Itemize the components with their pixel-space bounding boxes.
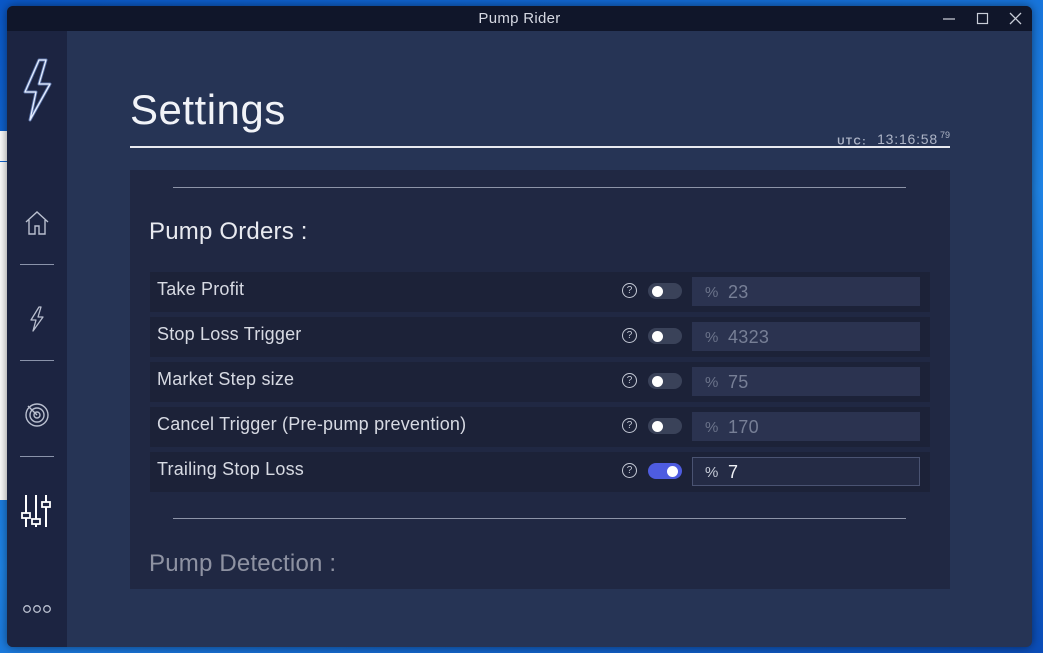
nav-home-button[interactable]: [7, 193, 67, 253]
cancel-trigger-input[interactable]: % 170: [692, 412, 920, 441]
help-icon[interactable]: ?: [622, 328, 637, 343]
market-step-size-input[interactable]: % 75: [692, 367, 920, 396]
market-step-size-toggle[interactable]: [648, 373, 682, 389]
input-value: 4323: [728, 327, 770, 347]
maximize-button[interactable]: [967, 6, 999, 31]
stop-loss-trigger-toggle[interactable]: [648, 328, 682, 344]
setting-row-cancel-trigger: Cancel Trigger (Pre-pump prevention) ? %…: [150, 407, 930, 447]
toggle-knob: [652, 286, 663, 297]
radar-icon: [25, 403, 49, 427]
percent-unit: %: [705, 419, 719, 436]
take-profit-toggle[interactable]: [648, 283, 682, 299]
sidebar: [7, 31, 67, 647]
help-icon[interactable]: ?: [622, 283, 637, 298]
home-icon: [25, 211, 49, 235]
input-value: 7: [728, 462, 739, 482]
nav-pump-button[interactable]: [7, 289, 67, 349]
take-profit-input[interactable]: % 23: [692, 277, 920, 306]
help-icon[interactable]: ?: [622, 373, 637, 388]
sidebar-divider: [20, 360, 54, 361]
trailing-stop-loss-input[interactable]: % 7: [692, 457, 920, 486]
lightning-icon: [30, 306, 44, 332]
settings-panel[interactable]: Pump Orders : Take Profit ? % 23 Stop Lo…: [130, 170, 950, 589]
setting-label: Take Profit: [157, 279, 245, 299]
help-icon[interactable]: ?: [622, 418, 637, 433]
page-title: Settings: [130, 86, 286, 133]
minimize-icon: [943, 18, 955, 20]
percent-unit: %: [705, 329, 719, 346]
input-value: 23: [728, 282, 749, 302]
close-button[interactable]: [1000, 6, 1032, 31]
section-divider: [173, 187, 906, 188]
minimize-button[interactable]: [933, 6, 965, 31]
setting-row-take-profit: Take Profit ? % 23: [150, 272, 930, 312]
setting-label: Stop Loss Trigger: [157, 324, 302, 344]
setting-label: Trailing Stop Loss: [157, 459, 305, 479]
sidebar-divider: [20, 264, 54, 265]
title-underline: [130, 146, 950, 148]
percent-unit: %: [705, 374, 719, 391]
setting-row-stop-loss-trigger: Stop Loss Trigger ? % 4323: [150, 317, 930, 357]
window-title: Pump Rider: [478, 10, 561, 27]
setting-row-market-step-size: Market Step size ? % 75: [150, 362, 930, 402]
input-value: 170: [728, 417, 759, 437]
app-window: Pump Rider Settings UTC: 13:16:58 79 Pum…: [7, 6, 1032, 647]
sliders-icon: [21, 495, 51, 527]
nav-radar-button[interactable]: [7, 385, 67, 445]
section-divider: [173, 518, 906, 519]
input-value: 75: [728, 372, 749, 392]
stop-loss-trigger-input[interactable]: % 4323: [692, 322, 920, 351]
clock-milliseconds: 79: [939, 130, 950, 140]
percent-unit: %: [705, 284, 719, 301]
toggle-knob: [667, 466, 678, 477]
help-icon[interactable]: ?: [622, 463, 637, 478]
maximize-icon: [976, 12, 989, 25]
trailing-stop-loss-toggle[interactable]: [648, 463, 682, 479]
toggle-knob: [652, 331, 663, 342]
section-title-pump-detection: Pump Detection :: [149, 550, 337, 577]
setting-label: Market Step size: [157, 369, 295, 389]
title-bar[interactable]: Pump Rider: [7, 6, 1032, 31]
close-icon: [1009, 12, 1022, 25]
nav-settings-button[interactable]: [7, 481, 67, 541]
setting-row-trailing-stop-loss: Trailing Stop Loss ? % 7: [150, 452, 930, 492]
toggle-knob: [652, 376, 663, 387]
app-logo: [19, 56, 55, 131]
sidebar-divider: [20, 456, 54, 457]
lightning-logo-icon: [23, 58, 52, 122]
section-title-pump-orders: Pump Orders :: [149, 218, 308, 245]
percent-unit: %: [705, 464, 719, 481]
more-dots-icon: [23, 605, 51, 613]
clock-time: 13:16:58: [877, 131, 938, 148]
toggle-knob: [652, 421, 663, 432]
setting-label: Cancel Trigger (Pre-pump prevention): [157, 414, 467, 434]
cancel-trigger-toggle[interactable]: [648, 418, 682, 434]
more-button[interactable]: [21, 601, 53, 617]
